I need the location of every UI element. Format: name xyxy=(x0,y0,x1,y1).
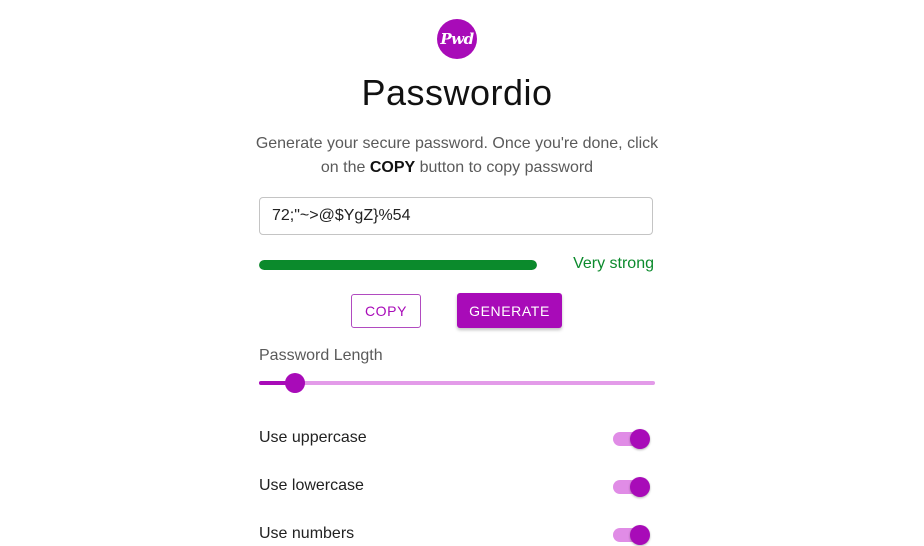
copy-button[interactable]: COPY xyxy=(351,294,421,328)
numbers-toggle[interactable] xyxy=(613,523,651,546)
lowercase-label: Use lowercase xyxy=(259,477,364,494)
toggle-thumb xyxy=(630,525,650,545)
strength-meter xyxy=(259,260,537,270)
instructions-text: Generate your secure password. Once you'… xyxy=(247,132,667,180)
logo-text: Pwd xyxy=(440,30,474,48)
password-length-slider[interactable] xyxy=(259,373,655,393)
password-field[interactable] xyxy=(259,197,653,235)
strength-meter-fill xyxy=(259,260,537,270)
password-length-label: Password Length xyxy=(259,347,383,364)
lowercase-toggle[interactable] xyxy=(613,475,651,499)
instructions-copy-emphasis: COPY xyxy=(369,159,416,176)
toggle-thumb xyxy=(630,429,650,449)
page-title: Passwordio xyxy=(361,72,553,113)
toggle-thumb xyxy=(630,477,650,497)
numbers-label: Use numbers xyxy=(259,525,355,542)
uppercase-toggle[interactable] xyxy=(613,427,651,451)
passwordio-page: Pwd Passwordio Generate your secure pass… xyxy=(0,0,924,546)
uppercase-label: Use uppercase xyxy=(259,429,367,446)
generate-button[interactable]: GENERATE xyxy=(457,293,562,328)
strength-label: Very strong xyxy=(573,255,654,272)
pwd-logo-icon: Pwd xyxy=(437,19,477,59)
instructions-text-end: button to copy password xyxy=(415,159,594,176)
slider-thumb[interactable] xyxy=(284,373,305,393)
